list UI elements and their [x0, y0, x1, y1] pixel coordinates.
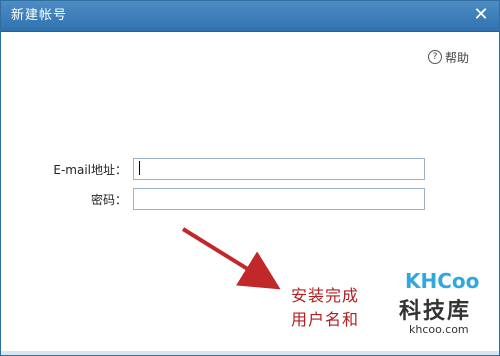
- annotation-line-2: 用户名和: [291, 310, 360, 329]
- watermark-logo: KHCoo: [405, 269, 480, 293]
- annotation-line-1: 安装完成: [291, 286, 360, 305]
- site-watermark: KHCoo 科技库 khcoo.com: [379, 265, 499, 355]
- bottom-border: [1, 351, 499, 355]
- watermark-name: 科技库: [399, 299, 472, 324]
- new-account-dialog: 新建帐号 ✕ ? 帮助 E-mail地址： 密码： 安装完成 用户名和 KHCo…: [0, 0, 500, 356]
- watermark-url: khcoo.com: [409, 323, 469, 336]
